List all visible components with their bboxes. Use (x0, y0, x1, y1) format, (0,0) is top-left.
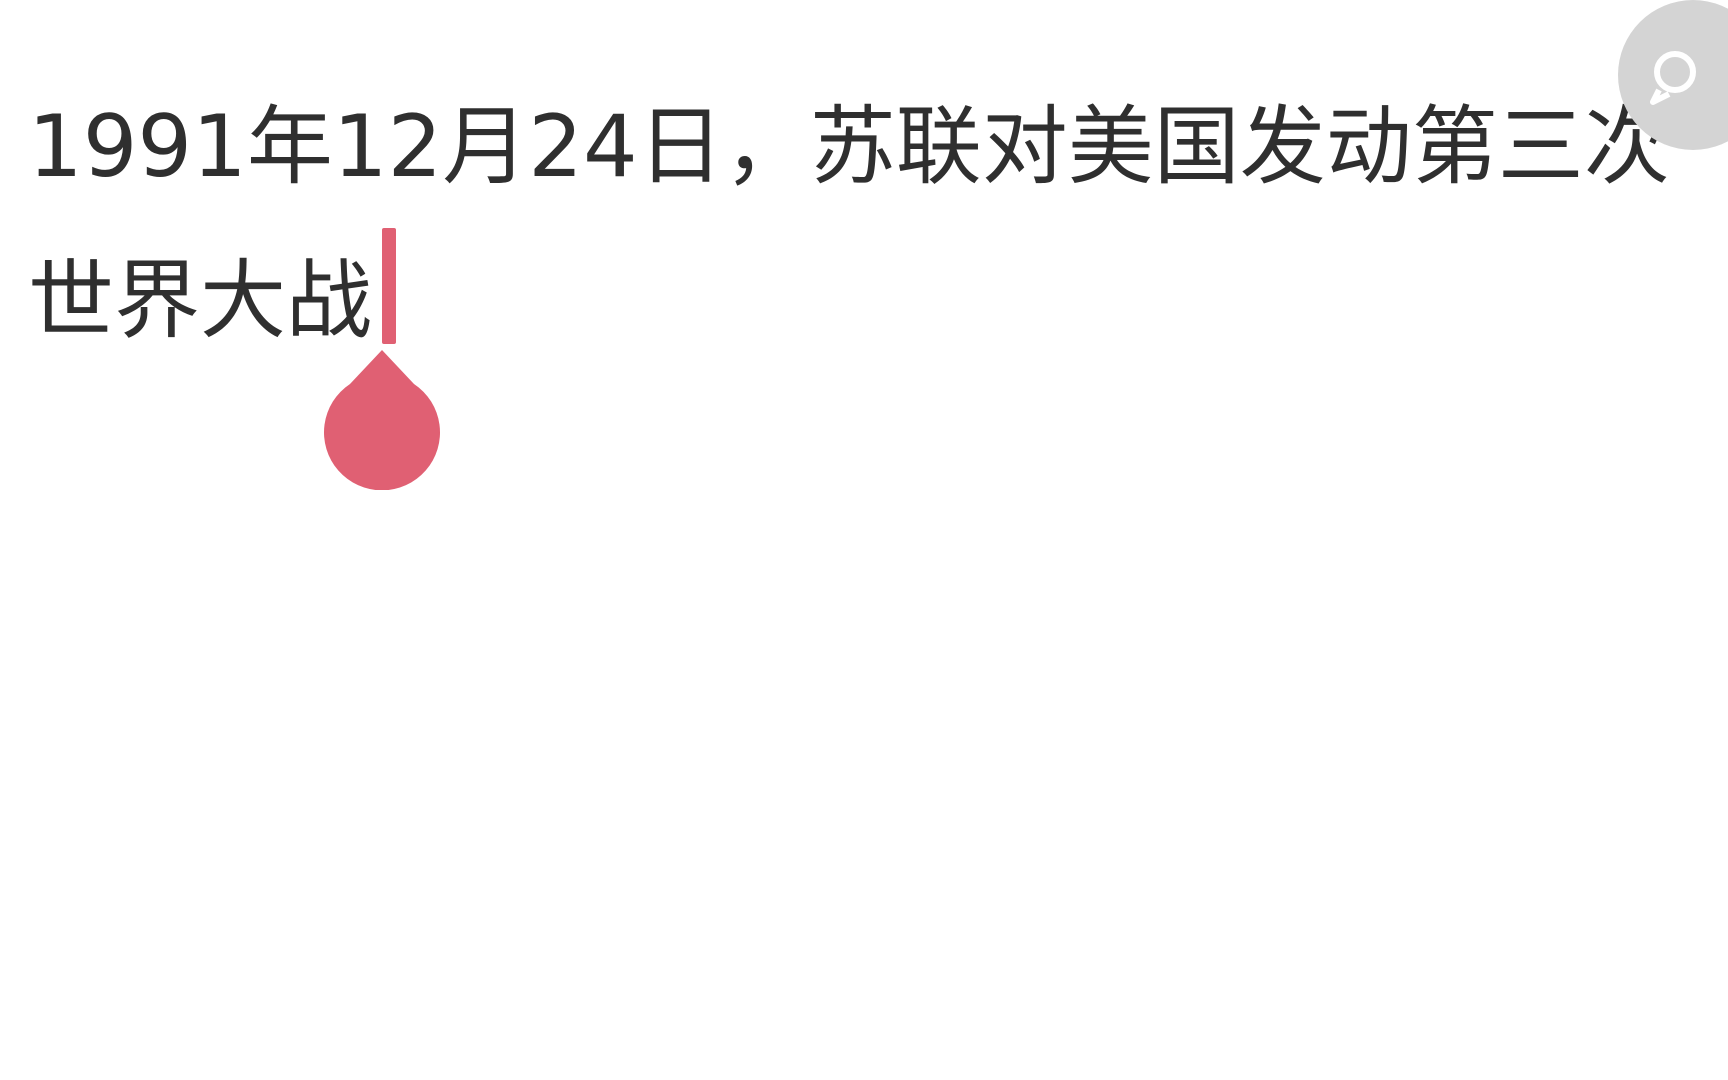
editor-content[interactable]: 1991年12月24日，苏联对美国发动第三次 世界大战 (28, 70, 1708, 378)
assistant-icon (1650, 51, 1696, 105)
text-editor[interactable]: 1991年12月24日，苏联对美国发动第三次 世界大战 (0, 0, 1728, 1080)
text-line-1: 1991年12月24日，苏联对美国发动第三次 (28, 97, 1670, 197)
cursor-handle-icon[interactable] (322, 350, 442, 491)
text-cursor (382, 228, 396, 344)
text-line-2: 世界大战 (28, 251, 372, 351)
